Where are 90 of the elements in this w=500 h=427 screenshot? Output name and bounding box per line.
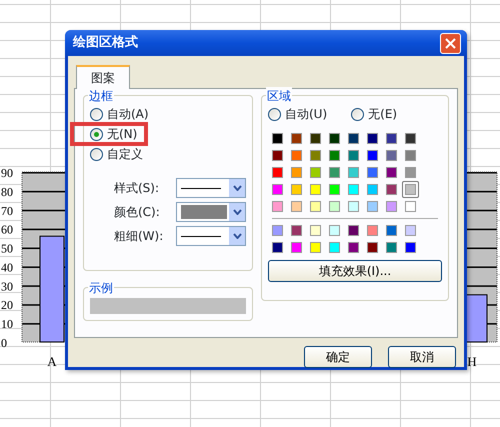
swatch-cell[interactable]: [364, 239, 381, 256]
axis-label: 10: [1, 317, 13, 332]
radio-button[interactable]: [351, 108, 364, 120]
swatch-cell[interactable]: [307, 222, 324, 239]
ok-button[interactable]: 确定: [304, 346, 372, 368]
swatch-cell[interactable]: [288, 198, 305, 215]
swatch-cell[interactable]: [269, 222, 286, 239]
swatch-cell[interactable]: [383, 222, 400, 239]
swatch-cell[interactable]: [307, 164, 324, 181]
close-icon: [445, 38, 456, 48]
swatch-cell[interactable]: [326, 164, 343, 181]
swatch-cell[interactable]: [288, 222, 305, 239]
swatch-cell[interactable]: [288, 130, 305, 147]
swatch-cell[interactable]: [364, 147, 381, 164]
swatch-cell[interactable]: [383, 147, 400, 164]
axis-label: 30: [1, 279, 13, 294]
swatch-cell[interactable]: [326, 130, 343, 147]
swatch-cell[interactable]: [345, 164, 362, 181]
swatch-cell[interactable]: [269, 181, 286, 198]
dropdown[interactable]: [176, 226, 246, 246]
axis-label: 80: [1, 184, 13, 199]
close-button[interactable]: [440, 32, 461, 54]
fill-effects-button[interactable]: 填充效果(I)...: [268, 260, 442, 282]
swatch-cell[interactable]: [307, 198, 324, 215]
swatch-cell[interactable]: [326, 239, 343, 256]
swatch-cell[interactable]: [383, 181, 400, 198]
field-label: 粗细(W):: [114, 228, 164, 245]
swatch-cell[interactable]: [307, 147, 324, 164]
swatch-cell[interactable]: [269, 147, 286, 164]
window-title: 绘图区格式: [73, 34, 138, 52]
swatch-cell[interactable]: [345, 181, 362, 198]
swatch-cell[interactable]: [307, 239, 324, 256]
swatch-cell[interactable]: [402, 239, 419, 256]
swatch-cell[interactable]: [383, 130, 400, 147]
radio-label: 自动(U): [285, 106, 328, 122]
radio-label: 无(E): [368, 106, 398, 122]
swatch-cell[interactable]: [345, 239, 362, 256]
swatch-cell[interactable]: [326, 222, 343, 239]
cancel-button[interactable]: 取消: [388, 346, 456, 368]
axis-label: 60: [1, 222, 13, 237]
field-label: 样式(S):: [114, 180, 160, 197]
swatch-cell[interactable]: [345, 222, 362, 239]
swatch-cell[interactable]: [402, 147, 419, 164]
swatch-cell[interactable]: [364, 222, 381, 239]
swatch-cell[interactable]: [326, 181, 343, 198]
swatch-cell[interactable]: [383, 164, 400, 181]
dropdown[interactable]: [176, 178, 246, 198]
radio-button[interactable]: [90, 148, 103, 160]
swatch-cell[interactable]: [326, 198, 343, 215]
axis-label: 70: [1, 204, 13, 218]
axis-label: H: [467, 354, 477, 369]
radio-label: 自定义: [107, 146, 143, 162]
swatch-cell[interactable]: [269, 164, 286, 181]
axis-label: 0: [1, 336, 7, 350]
swatch-cell[interactable]: [345, 198, 362, 215]
radio-button[interactable]: [268, 108, 281, 120]
radio-button[interactable]: [90, 108, 103, 120]
axis-label: A: [47, 354, 57, 369]
radio-label: 无(N): [107, 126, 138, 142]
swatch-cell[interactable]: [402, 198, 419, 215]
swatch-cell[interactable]: [269, 130, 286, 147]
tab[interactable]: 图案: [76, 65, 130, 89]
swatch-cell[interactable]: [402, 181, 419, 198]
swatch-cell[interactable]: [402, 222, 419, 239]
swatch-cell[interactable]: [402, 164, 419, 181]
swatch-cell[interactable]: [345, 130, 362, 147]
axis-label: 50: [1, 242, 13, 256]
field-label: 颜色(C):: [114, 204, 160, 221]
swatch-cell[interactable]: [364, 164, 381, 181]
swatch-cell[interactable]: [269, 239, 286, 256]
swatch-cell[interactable]: [269, 198, 286, 215]
swatch-cell[interactable]: [364, 181, 381, 198]
swatch-cell[interactable]: [307, 130, 324, 147]
swatch-cell[interactable]: [288, 239, 305, 256]
swatch-cell[interactable]: [326, 147, 343, 164]
swatch-cell[interactable]: [383, 239, 400, 256]
swatch-cell[interactable]: [402, 130, 419, 147]
radio-label: 自动(A): [107, 106, 149, 122]
swatch-cell[interactable]: [345, 147, 362, 164]
axis-label: 90: [1, 166, 13, 180]
swatch-cell[interactable]: [364, 198, 381, 215]
swatch-cell[interactable]: [307, 181, 324, 198]
axis-label: 40: [1, 260, 13, 274]
axis-label: 20: [1, 298, 13, 312]
radio-button[interactable]: [90, 128, 103, 140]
swatch-cell[interactable]: [383, 198, 400, 215]
swatch-cell[interactable]: [288, 147, 305, 164]
swatch-cell[interactable]: [288, 164, 305, 181]
swatch-cell[interactable]: [288, 181, 305, 198]
swatch-cell[interactable]: [364, 130, 381, 147]
